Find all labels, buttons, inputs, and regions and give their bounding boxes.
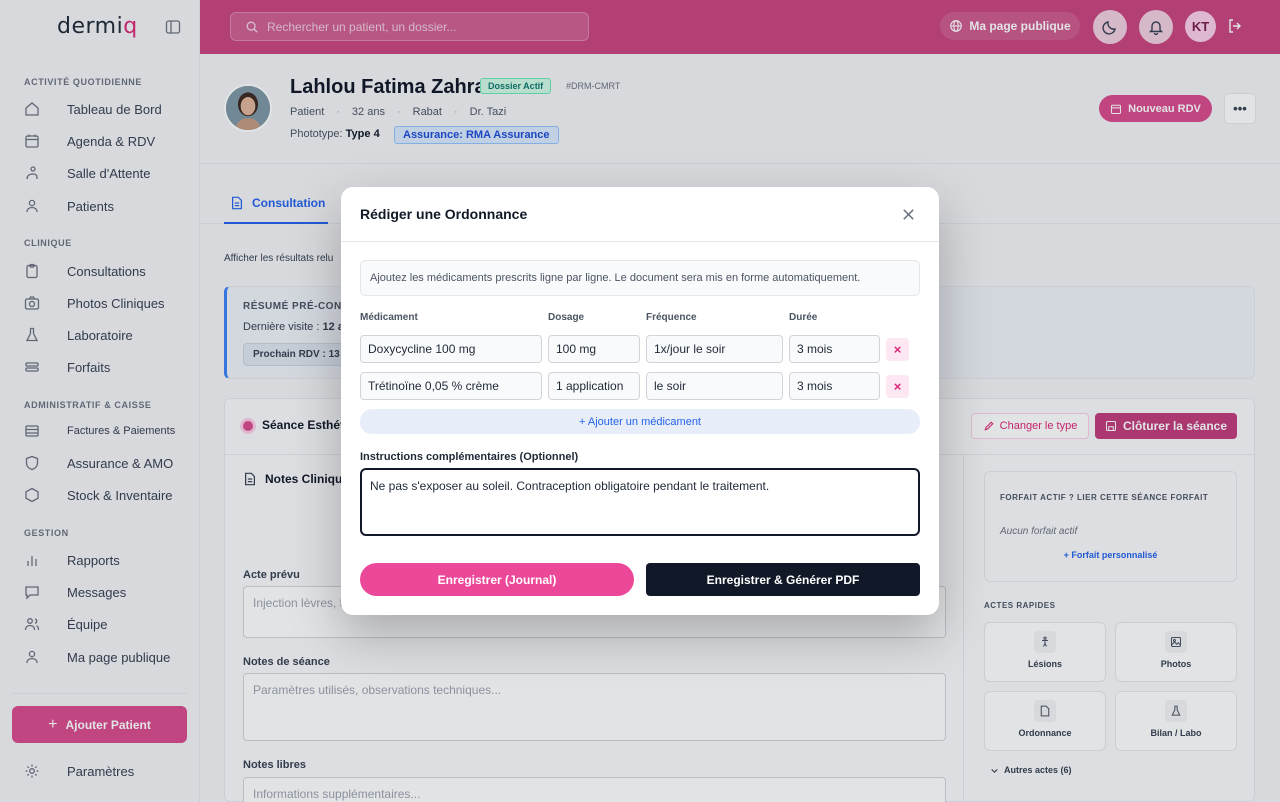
- delete-row-button[interactable]: ×: [886, 375, 909, 398]
- instructions-label: Instructions complémentaires (Optionnel): [360, 451, 579, 463]
- modal-title: Rédiger une Ordonnance: [360, 206, 528, 222]
- close-icon: ×: [893, 379, 902, 394]
- save-pdf-button[interactable]: Enregistrer & Générer PDF: [646, 563, 920, 596]
- column-header-dosage: Dosage: [548, 312, 585, 323]
- dosage-input[interactable]: 100 mg: [548, 335, 640, 363]
- frequency-input[interactable]: 1x/jour le soir: [646, 335, 783, 363]
- modal-info-text: Ajoutez les médicaments prescrits ligne …: [360, 260, 920, 296]
- frequency-input[interactable]: le soir: [646, 372, 783, 400]
- close-icon[interactable]: [901, 207, 916, 222]
- column-header-frequency: Fréquence: [646, 312, 697, 323]
- save-journal-button[interactable]: Enregistrer (Journal): [360, 563, 634, 596]
- medication-input[interactable]: Trétinoïne 0,05 % crème: [360, 372, 542, 400]
- column-header-duration: Durée: [789, 312, 818, 323]
- column-header-medication: Médicament: [360, 312, 418, 323]
- modal-header: Rédiger une Ordonnance: [341, 187, 939, 242]
- add-medication-button[interactable]: + Ajouter un médicament: [360, 409, 920, 434]
- close-icon: ×: [893, 342, 902, 357]
- prescription-modal: Rédiger une Ordonnance Ajoutez les médic…: [341, 187, 939, 615]
- duration-input[interactable]: 3 mois: [789, 372, 880, 400]
- delete-row-button[interactable]: ×: [886, 338, 909, 361]
- dosage-input[interactable]: 1 application: [548, 372, 640, 400]
- instructions-textarea[interactable]: Ne pas s'exposer au soleil. Contraceptio…: [360, 468, 920, 536]
- duration-input[interactable]: 3 mois: [789, 335, 880, 363]
- medication-input[interactable]: Doxycycline 100 mg: [360, 335, 542, 363]
